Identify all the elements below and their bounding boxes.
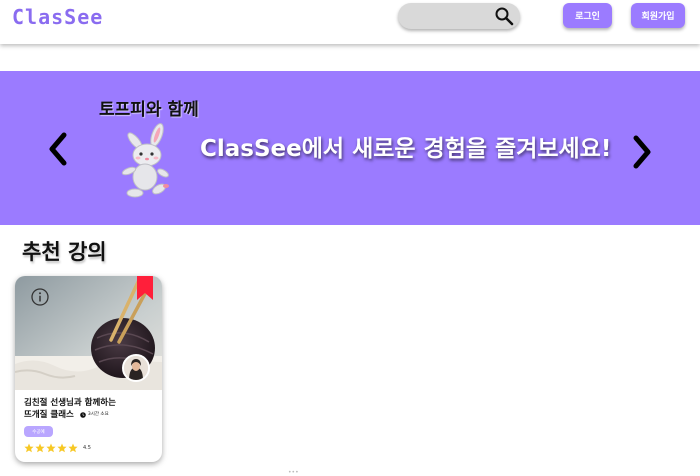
star-icon [24, 443, 34, 453]
clock-icon [80, 411, 86, 418]
duration-text: 3시간 소요 [87, 412, 109, 417]
star-icon [57, 443, 67, 453]
rating-stars: 4.5 [24, 443, 91, 453]
banner-subtitle: 토프피와 함께 [99, 100, 199, 120]
hero-banner: 토프피와 함께 ClasSee에서 새로운 경험을 즐겨보세요! [0, 71, 700, 225]
signup-button[interactable]: 회원가입 [631, 3, 685, 28]
search-input[interactable] [398, 3, 520, 29]
info-icon[interactable] [31, 288, 49, 306]
category-tag[interactable]: 수공예 [24, 426, 53, 437]
chevron-left-icon[interactable] [46, 131, 70, 167]
instructor-portrait [124, 356, 148, 380]
star-icon [68, 443, 78, 453]
logo[interactable]: ClasSee [12, 5, 103, 29]
star-icon [35, 443, 45, 453]
top-header: ClasSee 로그인 회원가입 [0, 0, 700, 44]
course-title-line-2: 뜨개질 클래스 [24, 410, 74, 420]
bunny-mascot-illustration [121, 123, 169, 198]
chevron-right-icon[interactable] [630, 134, 654, 170]
course-title-line-1: 김친절 선생님과 함께하는 [24, 398, 116, 408]
bookmark-icon[interactable] [137, 276, 153, 300]
star-icon [46, 443, 56, 453]
avatar [122, 354, 150, 382]
rating-value: 4.5 [83, 445, 91, 451]
course-title[interactable]: 김친절 선생님과 함께하는 뜨개질 클래스 3시간 소요 [24, 398, 154, 421]
login-button[interactable]: 로그인 [563, 3, 612, 28]
banner-title: ClasSee에서 새로운 경험을 즐겨보세요! [200, 136, 612, 162]
section-title: 추천 강의 [22, 240, 107, 264]
course-card[interactable]: 김친절 선생님과 함께하는 뜨개질 클래스 3시간 소요 수공예 4.5 [15, 276, 162, 462]
course-duration: 3시간 소요 [80, 409, 109, 420]
search-icon[interactable] [494, 6, 514, 26]
